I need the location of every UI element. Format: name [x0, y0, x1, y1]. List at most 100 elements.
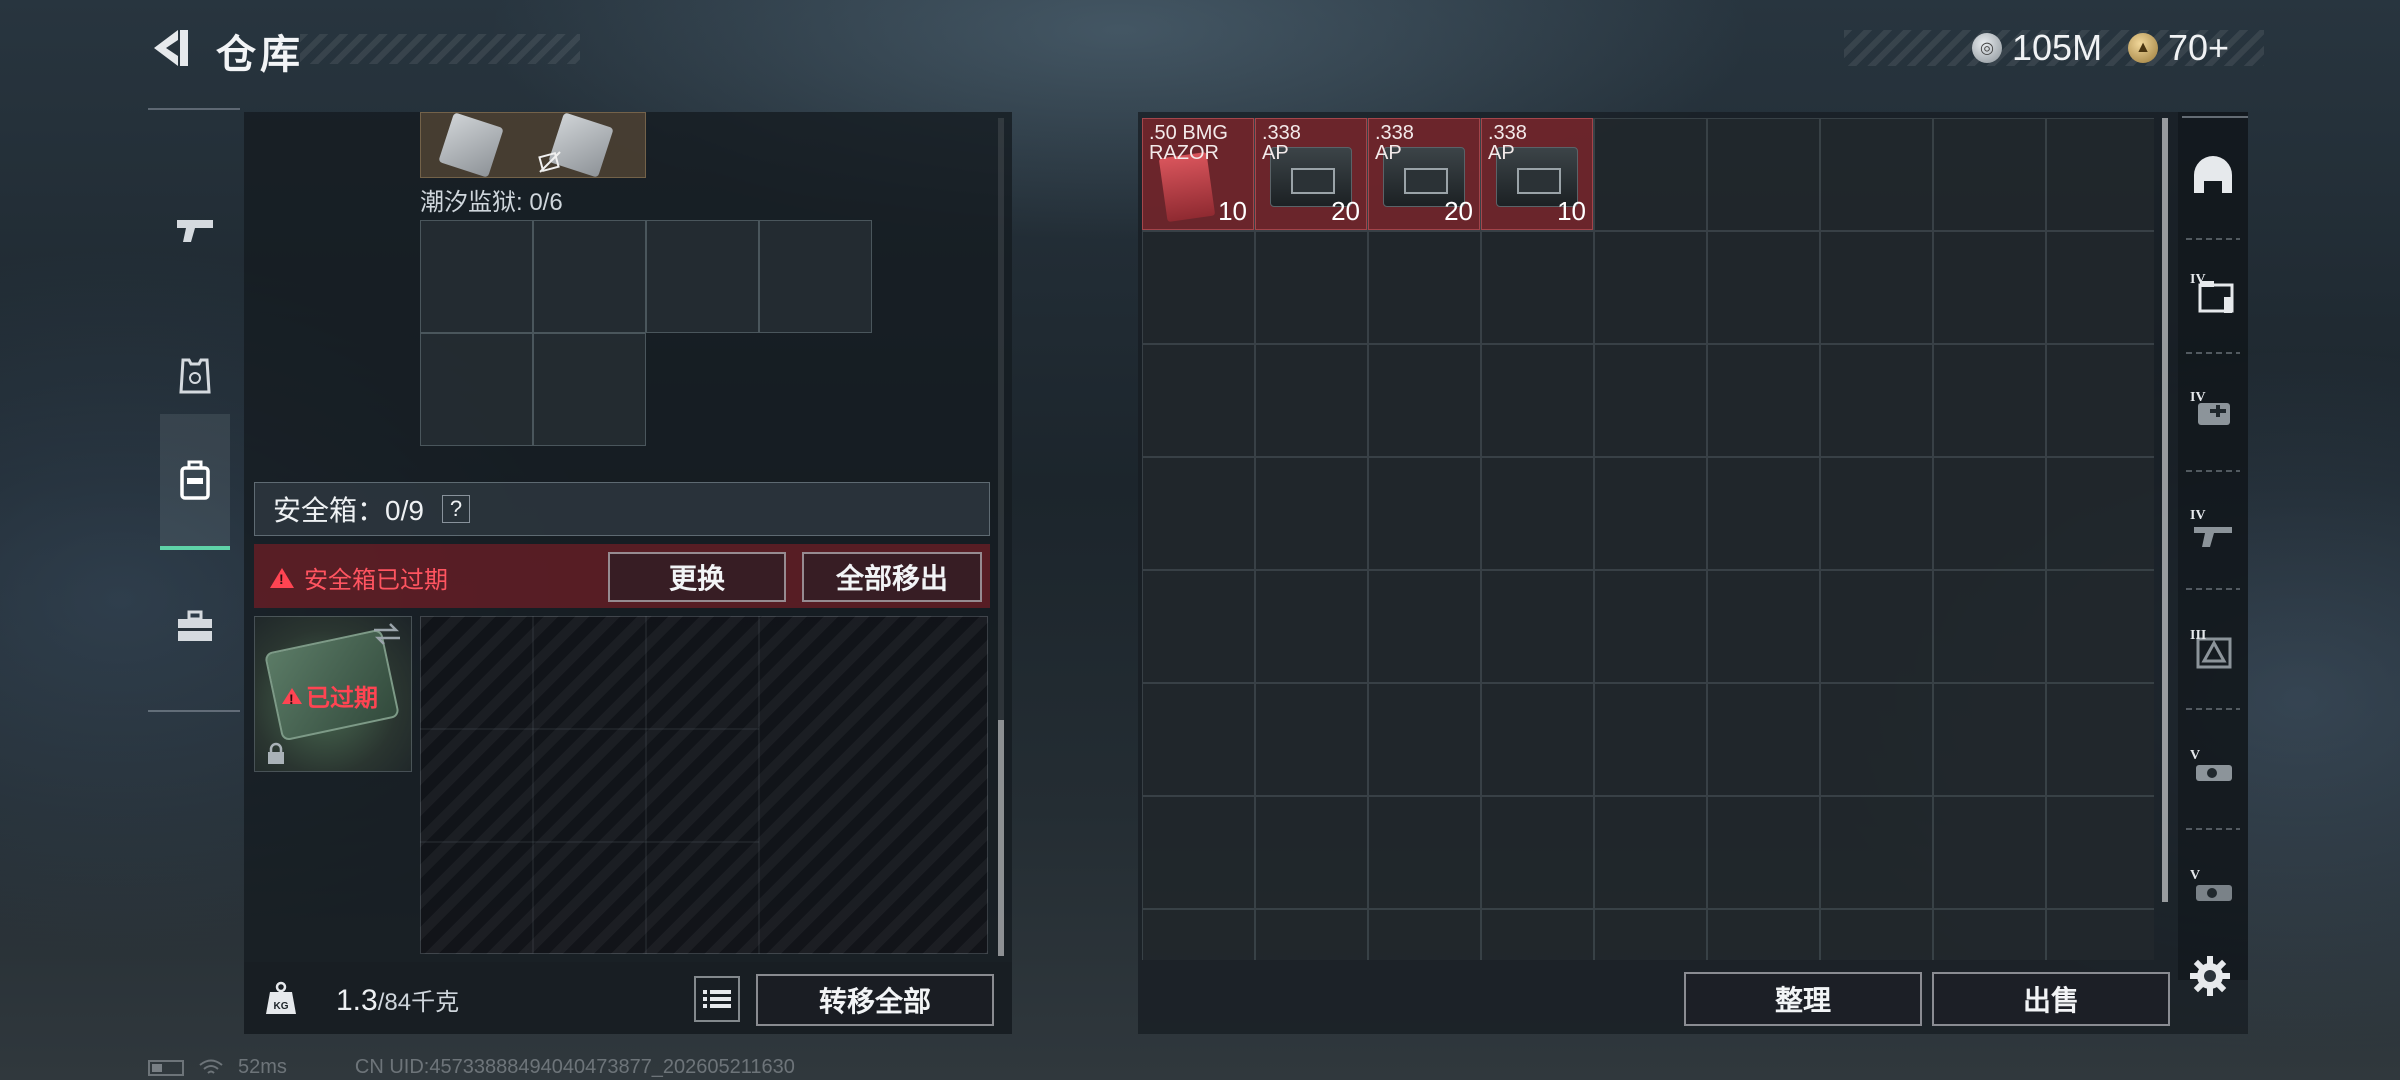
transfer-all-button[interactable]: 转移全部 [756, 974, 994, 1026]
warehouse-slot[interactable] [1594, 118, 1707, 231]
warehouse-slot[interactable] [1707, 457, 1820, 570]
keycard-item[interactable] [438, 112, 504, 178]
warehouse-slot[interactable] [1142, 457, 1255, 570]
warehouse-slot[interactable] [1933, 344, 2046, 457]
warehouse-slot[interactable] [1820, 457, 1933, 570]
warehouse-slot[interactable] [1707, 683, 1820, 796]
warehouse-scrollbar[interactable] [2162, 118, 2168, 902]
grid-slot[interactable] [533, 333, 646, 446]
warehouse-slot[interactable] [1707, 231, 1820, 344]
warehouse-slot[interactable] [1368, 231, 1481, 344]
side-tab-warning-crate-tier-iii[interactable]: III [2182, 610, 2244, 690]
side-tab-helmet[interactable] [2182, 140, 2244, 220]
list-view-button[interactable] [694, 976, 740, 1022]
help-button[interactable]: ? [441, 495, 470, 523]
warehouse-slot[interactable] [1820, 796, 1933, 909]
side-tab-medkit-tier-iv[interactable]: IV [2182, 372, 2244, 452]
rail-item-weapons[interactable] [160, 162, 230, 298]
warehouse-slot[interactable] [1481, 683, 1594, 796]
warehouse-slot[interactable] [1481, 909, 1594, 960]
grid-slot[interactable] [533, 220, 646, 333]
warehouse-slot[interactable] [1933, 570, 2046, 683]
warehouse-slot[interactable] [1707, 570, 1820, 683]
warehouse-slot[interactable] [1707, 344, 1820, 457]
rail-item-toolbox[interactable] [160, 558, 230, 694]
sell-button[interactable]: 出售 [1932, 972, 2170, 1026]
sort-button[interactable]: 整理 [1684, 972, 1922, 1026]
warehouse-slot[interactable] [1820, 570, 1933, 683]
remove-all-button[interactable]: 全部移出 [802, 552, 982, 602]
tidal-prison-items[interactable] [420, 112, 646, 178]
warehouse-slot[interactable] [1142, 909, 1255, 960]
grid-slot[interactable] [420, 333, 533, 446]
warehouse-slot[interactable] [1820, 118, 1933, 231]
warehouse-slot[interactable] [1707, 118, 1820, 231]
warehouse-slot[interactable] [1255, 457, 1368, 570]
warehouse-slot[interactable] [2046, 231, 2154, 344]
warehouse-slot[interactable] [1594, 344, 1707, 457]
grid-slot[interactable] [759, 220, 872, 333]
warehouse-slot[interactable] [1481, 796, 1594, 909]
warehouse-slot[interactable] [1820, 344, 1933, 457]
warehouse-grid[interactable]: .50 BMG RAZOR 10.338 AP 20.338 AP 20.338 AP… [1142, 118, 2154, 960]
warehouse-slot[interactable] [2046, 344, 2154, 457]
swap-icon[interactable] [370, 620, 404, 648]
warehouse-slot[interactable] [2046, 457, 2154, 570]
side-tab-scope-tier-v-alt[interactable]: V [2182, 850, 2244, 930]
warehouse-slot[interactable] [1707, 909, 1820, 960]
warehouse-slot[interactable] [1255, 909, 1368, 960]
warehouse-slot[interactable] [1481, 457, 1594, 570]
warehouse-slot[interactable] [1368, 909, 1481, 960]
currency-gold[interactable]: ▲ 70+ [2128, 24, 2229, 72]
ammo-item[interactable]: .338 AP 10 [1481, 118, 1593, 230]
warehouse-slot[interactable] [1933, 796, 2046, 909]
warehouse-slot[interactable] [2046, 118, 2154, 231]
ammo-item[interactable]: .338 AP 20 [1255, 118, 1367, 230]
back-arrow-icon[interactable] [148, 26, 192, 70]
warehouse-slot[interactable] [1142, 683, 1255, 796]
warehouse-slot[interactable] [2046, 796, 2154, 909]
warehouse-slot[interactable] [1255, 231, 1368, 344]
warehouse-slot[interactable] [1142, 570, 1255, 683]
warehouse-slot[interactable] [1594, 231, 1707, 344]
warehouse-slot[interactable] [1933, 118, 2046, 231]
warehouse-slot[interactable] [1933, 909, 2046, 960]
grid-slot[interactable] [646, 220, 759, 333]
warehouse-slot[interactable] [1255, 344, 1368, 457]
side-tab-scope-tier-v[interactable]: V [2182, 730, 2244, 810]
warehouse-slot[interactable] [1142, 796, 1255, 909]
rail-item-backpack[interactable] [160, 414, 230, 550]
warehouse-slot[interactable] [1594, 570, 1707, 683]
warehouse-slot[interactable] [1820, 683, 1933, 796]
warehouse-slot[interactable] [1142, 344, 1255, 457]
warehouse-slot[interactable] [1481, 231, 1594, 344]
warehouse-slot[interactable] [1368, 344, 1481, 457]
warehouse-slot[interactable] [2046, 909, 2154, 960]
warehouse-slot[interactable] [1933, 231, 2046, 344]
warehouse-slot[interactable] [1481, 570, 1594, 683]
warehouse-slot[interactable] [1820, 909, 1933, 960]
warehouse-slot[interactable] [1707, 796, 1820, 909]
warehouse-slot[interactable] [1820, 231, 1933, 344]
warehouse-slot[interactable] [2046, 683, 2154, 796]
warehouse-slot[interactable] [1368, 683, 1481, 796]
warehouse-slot[interactable] [2046, 570, 2154, 683]
warehouse-slot[interactable] [1255, 570, 1368, 683]
warehouse-slot[interactable] [1594, 457, 1707, 570]
warehouse-slot[interactable] [1368, 570, 1481, 683]
side-tab-gun-tier-iv[interactable]: IV [2182, 490, 2244, 570]
ammo-item[interactable]: .50 BMG RAZOR 10 [1142, 118, 1254, 230]
warehouse-slot[interactable] [1594, 909, 1707, 960]
replace-button[interactable]: 更换 [608, 552, 786, 602]
warehouse-slot[interactable] [1142, 231, 1255, 344]
warehouse-slot[interactable] [1933, 683, 2046, 796]
ammo-item[interactable]: .338 AP 20 [1368, 118, 1480, 230]
grid-slot[interactable] [420, 220, 533, 333]
warehouse-slot[interactable] [1933, 457, 2046, 570]
gear-icon[interactable] [2188, 954, 2232, 998]
warehouse-slot[interactable] [1481, 344, 1594, 457]
warehouse-slot[interactable] [1368, 796, 1481, 909]
inventory-scrollbar-thumb[interactable] [998, 720, 1004, 956]
warehouse-slot[interactable] [1255, 796, 1368, 909]
warehouse-slot[interactable] [1594, 683, 1707, 796]
